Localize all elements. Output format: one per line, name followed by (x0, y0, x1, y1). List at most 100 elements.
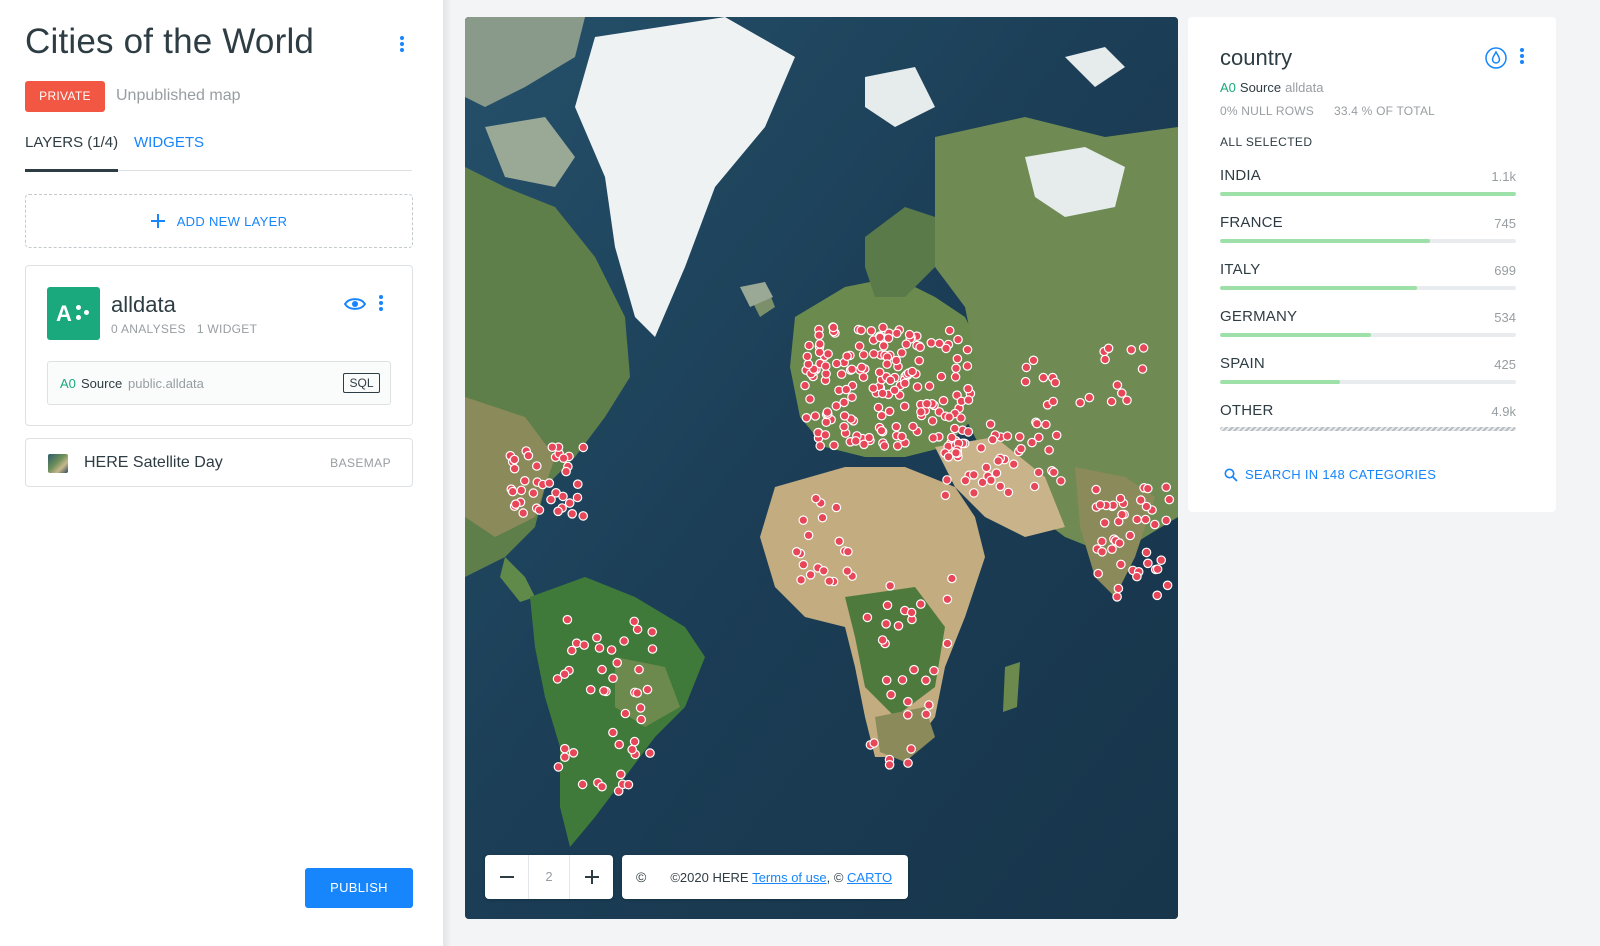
city-point[interactable] (886, 689, 896, 700)
city-point[interactable] (891, 355, 902, 366)
city-point[interactable] (928, 433, 938, 443)
city-point[interactable] (802, 351, 813, 362)
city-point[interactable] (858, 372, 869, 382)
city-point[interactable] (877, 388, 888, 399)
category-row[interactable]: SPAIN 425 (1220, 355, 1516, 395)
city-point[interactable] (573, 479, 583, 489)
city-point[interactable] (1140, 514, 1151, 525)
city-point[interactable] (868, 348, 879, 359)
city-point[interactable] (831, 502, 842, 513)
city-point[interactable] (1044, 445, 1054, 455)
city-point[interactable] (518, 508, 528, 518)
city-point[interactable] (553, 762, 564, 772)
city-point[interactable] (1141, 547, 1152, 558)
city-point[interactable] (881, 618, 891, 629)
city-point[interactable] (938, 395, 949, 406)
city-point[interactable] (1041, 419, 1051, 430)
add-new-layer-button[interactable]: ADD NEW LAYER (25, 194, 413, 248)
city-point[interactable] (991, 468, 1002, 478)
city-point[interactable] (859, 439, 869, 450)
city-point[interactable] (839, 421, 849, 432)
city-point[interactable] (1091, 484, 1101, 495)
layer-tile-icon[interactable]: A (47, 287, 100, 340)
city-point[interactable] (560, 743, 570, 754)
city-point[interactable] (922, 398, 932, 409)
map-canvas[interactable]: 2 © ©2020 HERE Terms of use, © CARTO (465, 17, 1178, 919)
city-point[interactable] (963, 395, 974, 405)
city-point[interactable] (986, 475, 996, 486)
city-point[interactable] (836, 369, 847, 379)
city-point[interactable] (839, 397, 849, 408)
city-point[interactable] (1164, 494, 1175, 505)
city-point[interactable] (553, 506, 563, 517)
city-point[interactable] (834, 536, 844, 547)
city-point[interactable] (915, 599, 926, 609)
city-point[interactable] (528, 488, 539, 498)
layer-card[interactable]: A alldata 0 ANALYSES 1 WIDGET A0 Source p… (25, 265, 413, 426)
city-point[interactable] (1132, 514, 1142, 525)
city-point[interactable] (847, 392, 857, 402)
city-point[interactable] (1038, 372, 1049, 383)
color-by-drop-icon[interactable] (1485, 47, 1507, 69)
city-point[interactable] (1051, 430, 1062, 441)
city-point[interactable] (942, 594, 953, 605)
city-point[interactable] (873, 402, 884, 413)
city-point[interactable] (968, 469, 979, 480)
city-point[interactable] (814, 347, 825, 358)
city-point[interactable] (993, 456, 1003, 466)
city-point[interactable] (884, 759, 895, 770)
city-point[interactable] (647, 627, 657, 637)
search-categories-button[interactable]: SEARCH IN 148 CATEGORIES (1224, 467, 1436, 482)
city-point[interactable] (1152, 564, 1163, 574)
city-point[interactable] (929, 665, 939, 676)
city-point[interactable] (903, 758, 913, 768)
city-point[interactable] (874, 367, 885, 378)
city-point[interactable] (962, 361, 973, 371)
city-point[interactable] (960, 475, 971, 486)
city-point[interactable] (1149, 519, 1160, 530)
city-point[interactable] (841, 384, 852, 395)
city-point[interactable] (876, 425, 887, 436)
city-point[interactable] (796, 575, 806, 585)
city-point[interactable] (884, 406, 895, 417)
city-point[interactable] (995, 481, 1006, 492)
city-point[interactable] (803, 530, 814, 541)
city-point[interactable] (909, 664, 919, 675)
city-point[interactable] (612, 657, 622, 668)
terms-of-use-link[interactable]: Terms of use (752, 870, 826, 885)
city-point[interactable] (856, 325, 866, 336)
city-point[interactable] (1095, 499, 1106, 510)
city-point[interactable] (831, 401, 842, 411)
city-point[interactable] (908, 421, 918, 432)
city-point[interactable] (893, 620, 904, 631)
city-point[interactable] (559, 669, 570, 679)
city-point[interactable] (885, 580, 895, 591)
city-point[interactable] (811, 493, 821, 504)
city-point[interactable] (1126, 344, 1137, 355)
city-point[interactable] (1016, 443, 1026, 454)
city-point[interactable] (916, 407, 926, 417)
city-point[interactable] (645, 748, 655, 758)
city-point[interactable] (798, 515, 809, 525)
city-point[interactable] (1112, 380, 1123, 390)
city-point[interactable] (821, 417, 832, 427)
city-point[interactable] (509, 454, 520, 465)
city-point[interactable] (877, 635, 888, 645)
city-point[interactable] (1097, 546, 1107, 557)
zoom-in-button[interactable] (570, 855, 613, 899)
city-point[interactable] (594, 643, 605, 653)
city-point[interactable] (562, 614, 573, 625)
city-point[interactable] (814, 339, 825, 349)
city-point[interactable] (647, 644, 658, 654)
city-point[interactable] (619, 636, 629, 646)
city-point[interactable] (881, 675, 892, 686)
city-point[interactable] (969, 488, 979, 498)
city-point[interactable] (597, 781, 607, 792)
city-point[interactable] (1113, 583, 1124, 594)
city-point[interactable] (878, 322, 888, 333)
city-point[interactable] (810, 411, 821, 421)
city-point[interactable] (1143, 558, 1153, 569)
city-point[interactable] (847, 364, 857, 375)
city-point[interactable] (1114, 538, 1125, 548)
city-point[interactable] (854, 341, 865, 351)
